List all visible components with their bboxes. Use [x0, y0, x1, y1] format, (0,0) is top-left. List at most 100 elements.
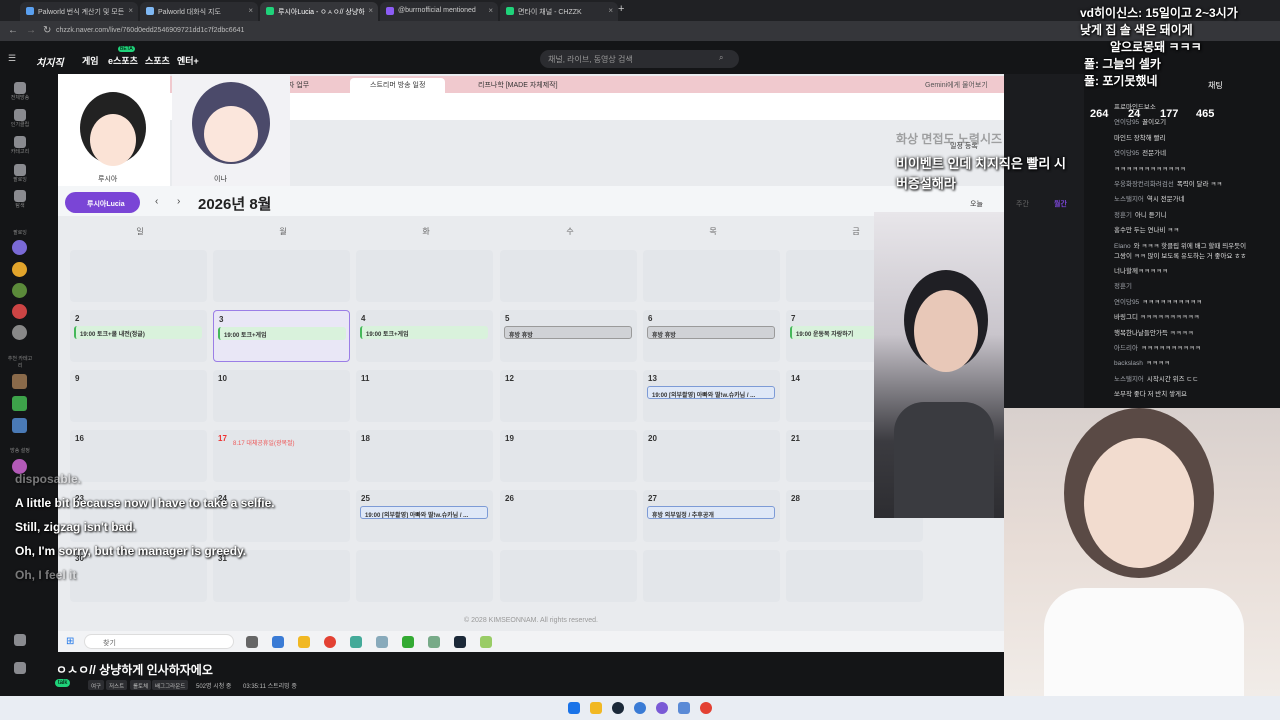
reload-icon[interactable]: ↻ [43, 25, 51, 36]
overlay-text-line: 버증설해라 [896, 176, 956, 191]
chat-nickname[interactable]: 노스탤지어 [1114, 376, 1144, 383]
chrome-icon [324, 636, 336, 648]
video-browser-tabs: 협업자 업무 스트리머 방송 일정 리프나학 [MADE 자체제작] Gemin… [170, 76, 1004, 93]
day-number: 16 [75, 434, 84, 443]
steam-icon[interactable] [612, 702, 624, 714]
talk-badge[interactable]: talk [55, 679, 71, 687]
browser-tab-active[interactable]: 루시아Lucia - ㅇㅅㅇ// 상냥하 × [260, 2, 378, 21]
back-icon[interactable]: ← [8, 25, 18, 36]
category-thumb[interactable] [12, 418, 27, 433]
app-icon[interactable] [634, 702, 646, 714]
calendar-day-cell [70, 250, 207, 302]
category-icon[interactable] [14, 136, 26, 148]
avatar[interactable] [12, 304, 27, 319]
steam-icon [454, 636, 466, 648]
chat-nickname[interactable]: backslash [1114, 360, 1143, 367]
chat-nickname[interactable]: Elano [1114, 243, 1131, 250]
month-title: 2026년 8월 [198, 196, 272, 213]
left-sidebar: 전체방송 인기클립 카테고리 팔로잉 탐색 팔로잉 추천 카테고리 방송 설정 [0, 74, 58, 696]
chat-nickname[interactable]: 연이당95 [1114, 150, 1139, 157]
discord-icon[interactable] [656, 702, 668, 714]
site-logo[interactable]: 치지직 [36, 54, 64, 69]
calendar-day-cell: 27 휴방 외부일정 / 추후공개 [643, 490, 780, 542]
chat-message: 아드리아 ㅋㅋㅋㅋㅋㅋㅋㅋㅋㅋ [1114, 342, 1279, 352]
chat-message: 너나할께ㅋㅋㅋㅋㅋ [1114, 265, 1279, 275]
chat-nickname[interactable]: 정훈기 [1114, 212, 1132, 219]
avatar[interactable] [12, 283, 27, 298]
avatar[interactable] [12, 262, 27, 277]
chat-text: 바링그디 ㅋㅋㅋㅋㅋㅋㅋㅋㅋㅋ [1114, 314, 1200, 322]
chat-message: 프로마인드보소 [1114, 101, 1279, 111]
calendar-event: 19:00 토크+게임 [360, 326, 488, 339]
close-icon[interactable]: × [248, 6, 253, 15]
tab-favicon-icon [26, 7, 34, 15]
game-icon[interactable] [14, 634, 26, 646]
folder-icon[interactable] [590, 702, 602, 714]
close-icon[interactable]: × [488, 6, 493, 15]
chat-text: 홍수만 두는 연나비 ㅋㅋ [1114, 227, 1180, 235]
browser-tab[interactable]: @burrnofficial mentioned × [380, 2, 498, 21]
stream-tag[interactable]: 배그그라운드 [152, 680, 189, 690]
chat-nickname[interactable]: 아드리아 [1114, 345, 1138, 352]
explore-icon[interactable] [14, 190, 26, 202]
category-thumb[interactable] [12, 374, 27, 389]
close-icon[interactable]: × [128, 6, 133, 15]
subtitle-line: disposable. [15, 472, 82, 486]
os-taskbar [0, 696, 1280, 720]
chat-nickname[interactable]: 연이당95 [1114, 119, 1139, 126]
nav-item-esports[interactable]: e스포츠 [108, 54, 138, 67]
day-number: 10 [218, 374, 227, 383]
clip-icon[interactable] [14, 109, 26, 121]
sidebar-item-category[interactable]: 카테고리 [6, 148, 34, 155]
calendar-event: 19:00 [외부촬영] 아빠와 딸!w.슈카님 / ... [647, 386, 775, 399]
forward-icon[interactable]: → [26, 25, 36, 36]
next-month-icon: › [177, 196, 181, 207]
stream-tag[interactable]: 저스트 [106, 680, 128, 690]
chrome-icon[interactable] [700, 702, 712, 714]
search-icon[interactable]: ⌕ [719, 53, 723, 63]
chat-nickname[interactable]: 우웅화장컨리화려검선 [1114, 181, 1174, 188]
overlay-faint-text: 화상 면접도 노력시즈 [896, 132, 1003, 146]
following-icon[interactable] [14, 164, 26, 176]
sidebar-item-live[interactable]: 전체방송 [6, 94, 34, 101]
new-tab-button[interactable]: + [618, 3, 624, 15]
close-icon[interactable]: × [608, 6, 613, 15]
sidebar-item-explore[interactable]: 탐색 [6, 202, 34, 209]
chat-nickname[interactable]: 연이당95 [1114, 299, 1139, 306]
browser-tab[interactable]: 면타이 채널 - CHZZK × [500, 2, 618, 21]
stream-tag[interactable]: 롤토체 [130, 680, 152, 690]
avatar[interactable] [12, 240, 27, 255]
browser-tab[interactable]: Palworld 대화식 지도 × [140, 2, 258, 21]
browser-tab[interactable]: Palworld 번식 계산기 및 모든 × [20, 2, 138, 21]
nav-item-game[interactable]: 게임 [82, 54, 99, 67]
stream-tag[interactable]: 여구 [88, 680, 105, 690]
chat-nickname[interactable]: 노스탤지어 [1114, 196, 1144, 203]
menu-icon[interactable]: ☰ [8, 53, 16, 64]
windows-start-icon[interactable] [568, 702, 580, 714]
esports-icon[interactable] [14, 662, 26, 674]
sidebar-item-following[interactable]: 팔로잉 [6, 176, 34, 183]
app-icon[interactable] [678, 702, 690, 714]
calendar-day-cell: 3 19:00 토크+게임 [213, 310, 350, 362]
chat-message: 그쌍이 ㅋㅋ 많이 보도록 유도하는 거 좋아요 ㅎㅎ [1114, 250, 1279, 260]
character-label: 루시아 [98, 176, 118, 183]
calendar-day-cell: 4 19:00 토크+게임 [356, 310, 493, 362]
url-field[interactable]: chzzk.naver.com/live/760d0edd2546909721d… [56, 24, 1056, 38]
avatar[interactable] [12, 325, 27, 340]
category-thumb[interactable] [12, 396, 27, 411]
video-tab: 리프나학 [MADE 자체제작] [478, 82, 558, 89]
chat-message: 행복한나날들안가득 ㅋㅋㅋㅋ [1114, 327, 1279, 337]
overlay-chat-line: 알으로몽돼 ㅋㅋㅋ [1110, 40, 1202, 54]
sidebar-item-clips[interactable]: 인기클립 [6, 121, 34, 128]
chat-text: 전문가네 [1142, 150, 1167, 158]
search-input[interactable]: 채널, 라이브, 동영상 검색 [540, 50, 739, 68]
live-icon[interactable] [14, 82, 26, 94]
chat-text: 폭력이 달라 ㅋㅋ [1176, 181, 1223, 188]
character-sticker-lucia: 루시아 [58, 74, 170, 188]
calendar-day-cell [213, 250, 350, 302]
overlay-chat-line: 풀: 포기못했네 [1084, 74, 1158, 88]
nav-item-entertainment[interactable]: 엔터+ [177, 54, 199, 67]
chat-nickname[interactable]: 정훈기 [1114, 283, 1132, 290]
close-icon[interactable]: × [368, 6, 373, 15]
nav-item-sports[interactable]: 스포츠 [145, 54, 170, 67]
